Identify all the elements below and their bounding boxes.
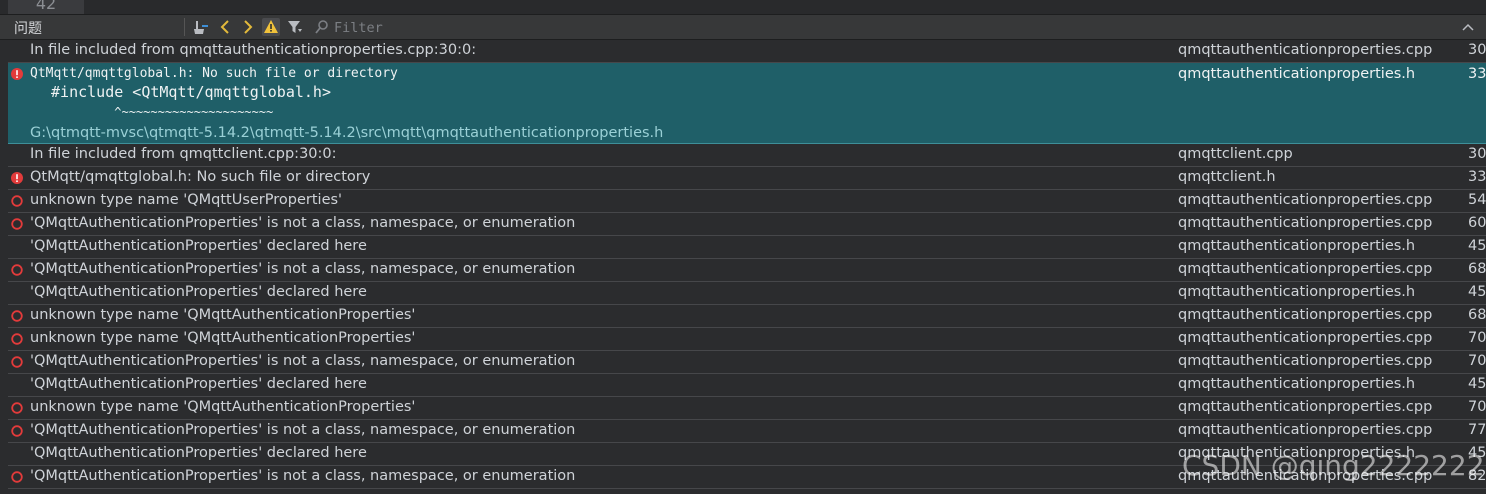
warning-filter-icon[interactable]	[262, 18, 280, 36]
issue-line: 45	[1468, 376, 1486, 392]
error-outline-icon	[11, 264, 23, 276]
issue-file[interactable]: qmqttauthenticationproperties.cpp	[1178, 468, 1432, 484]
error-outline-icon	[11, 333, 23, 345]
issue-file[interactable]: qmqttauthenticationproperties.h	[1178, 445, 1415, 461]
issue-file[interactable]: qmqttauthenticationproperties.cpp	[1178, 307, 1432, 323]
issue-message: unknown type name 'QMqttAuthenticationPr…	[30, 399, 416, 415]
next-icon[interactable]	[239, 18, 257, 36]
issues-list: In file included from qmqttauthenticatio…	[8, 40, 1486, 489]
issue-message: 'QMqttAuthenticationProperties' is not a…	[30, 422, 576, 438]
filter-icon[interactable]	[286, 18, 304, 36]
issue-file[interactable]: qmqttauthenticationproperties.h	[1178, 66, 1415, 82]
issue-message: unknown type name 'QMqttAuthenticationPr…	[30, 330, 416, 346]
issue-message: 'QMqttAuthenticationProperties' is not a…	[30, 468, 576, 484]
issue-message: 'QMqttAuthenticationProperties' is not a…	[30, 261, 576, 277]
issue-file[interactable]: qmqttauthenticationproperties.h	[1178, 284, 1415, 300]
issue-message: 'QMqttAuthenticationProperties' declared…	[30, 376, 367, 392]
issue-line: 82	[1468, 468, 1486, 484]
issue-line: 30	[1468, 146, 1486, 162]
issue-message: QtMqtt/qmqttglobal.h: No such file or di…	[30, 66, 398, 81]
issue-row[interactable]: 'QMqttAuthenticationProperties' declared…	[8, 282, 1486, 305]
error-icon	[11, 172, 23, 184]
issue-row[interactable]: unknown type name 'QMqttUserProperties' q…	[8, 190, 1486, 213]
issue-file[interactable]: qmqttauthenticationproperties.cpp	[1178, 192, 1432, 208]
issue-row[interactable]: 'QMqttAuthenticationProperties' is not a…	[8, 351, 1486, 374]
issue-line: 45	[1468, 238, 1486, 254]
issues-toolbar: 问题	[0, 14, 1486, 40]
error-outline-icon	[11, 402, 23, 414]
issue-row[interactable]: In file included from qmqttclient.cpp:30…	[8, 144, 1486, 167]
issue-message: 'QMqttAuthenticationProperties' is not a…	[30, 215, 576, 231]
issue-line: 54	[1468, 192, 1486, 208]
issue-line: 70	[1468, 353, 1486, 369]
issue-row[interactable]: QtMqtt/qmqttglobal.h: No such file or di…	[8, 63, 1486, 144]
issue-line: 30	[1468, 42, 1486, 58]
issue-message: unknown type name 'QMqttAuthenticationPr…	[30, 307, 416, 323]
issue-file[interactable]: qmqttauthenticationproperties.cpp	[1178, 261, 1432, 277]
panel-title: 问题	[14, 21, 42, 37]
issue-row[interactable]: unknown type name 'QMqttAuthenticationPr…	[8, 328, 1486, 351]
issue-file[interactable]: qmqttauthenticationproperties.cpp	[1178, 42, 1432, 58]
issue-row[interactable]: unknown type name 'QMqttAuthenticationPr…	[8, 305, 1486, 328]
issue-line: 60	[1468, 215, 1486, 231]
issue-message: 'QMqttAuthenticationProperties' declared…	[30, 238, 367, 254]
error-outline-icon	[11, 471, 23, 483]
issue-file[interactable]: qmqttclient.h	[1178, 169, 1276, 185]
prev-icon[interactable]	[216, 18, 234, 36]
issue-line: 70	[1468, 330, 1486, 346]
error-icon	[11, 68, 23, 80]
left-gutter	[0, 40, 8, 494]
issue-message: 'QMqttAuthenticationProperties' declared…	[30, 284, 367, 300]
issue-file[interactable]: qmqttauthenticationproperties.h	[1178, 238, 1415, 254]
issue-row[interactable]: 'QMqttAuthenticationProperties' declared…	[8, 443, 1486, 466]
error-outline-icon	[11, 425, 23, 437]
issue-file[interactable]: qmqttauthenticationproperties.h	[1178, 376, 1415, 392]
issue-file[interactable]: qmqttauthenticationproperties.cpp	[1178, 215, 1432, 231]
issue-message: In file included from qmqttclient.cpp:30…	[30, 146, 337, 162]
toolbar-divider	[184, 18, 185, 36]
issue-row[interactable]: 'QMqttAuthenticationProperties' is not a…	[8, 259, 1486, 282]
issue-line: 45	[1468, 445, 1486, 461]
issue-row[interactable]: QtMqtt/qmqttglobal.h: No such file or di…	[8, 167, 1486, 190]
issue-row[interactable]: In file included from qmqttauthenticatio…	[8, 40, 1486, 63]
issue-line: 68	[1468, 261, 1486, 277]
issue-code-line: #include <QtMqtt/qmqttglobal.h>	[42, 83, 331, 101]
issue-path[interactable]: G:\qtmqtt-mvsc\qtmqtt-5.14.2\qtmqtt-5.14…	[30, 125, 663, 141]
error-outline-icon	[11, 310, 23, 322]
issue-message: unknown type name 'QMqttUserProperties'	[30, 192, 343, 208]
clean-icon[interactable]	[192, 18, 210, 36]
issue-message: In file included from qmqttauthenticatio…	[30, 42, 477, 58]
issue-file[interactable]: qmqttauthenticationproperties.cpp	[1178, 330, 1432, 346]
collapse-icon[interactable]	[1460, 17, 1476, 37]
line-number: 42	[8, 0, 84, 14]
issue-message: 'QMqttAuthenticationProperties' is not a…	[30, 353, 576, 369]
issue-line: 77	[1468, 422, 1486, 438]
issue-line: 68	[1468, 307, 1486, 323]
issue-line: 33	[1468, 169, 1486, 185]
issue-message: 'QMqttAuthenticationProperties' declared…	[30, 445, 367, 461]
issue-line: 45	[1468, 284, 1486, 300]
error-outline-icon	[11, 195, 23, 207]
issue-file[interactable]: qmqttauthenticationproperties.cpp	[1178, 399, 1432, 415]
issue-row[interactable]: 'QMqttAuthenticationProperties' is not a…	[8, 420, 1486, 443]
issue-row[interactable]: 'QMqttAuthenticationProperties' declared…	[8, 374, 1486, 397]
editor-strip: 42	[0, 0, 1486, 14]
issue-file[interactable]: qmqttauthenticationproperties.cpp	[1178, 353, 1432, 369]
issue-row[interactable]: 'QMqttAuthenticationProperties' is not a…	[8, 213, 1486, 236]
issue-caret-line: ^~~~~~~~~~~~~~~~~~~~~~	[42, 105, 274, 119]
error-outline-icon	[11, 218, 23, 230]
issue-file[interactable]: qmqttauthenticationproperties.cpp	[1178, 422, 1432, 438]
issue-line: 33	[1468, 66, 1486, 82]
issue-line: 70	[1468, 399, 1486, 415]
issue-message: QtMqtt/qmqttglobal.h: No such file or di…	[30, 169, 371, 185]
issue-row[interactable]: 'QMqttAuthenticationProperties' is not a…	[8, 466, 1486, 489]
issue-row[interactable]: unknown type name 'QMqttAuthenticationPr…	[8, 397, 1486, 420]
issue-row[interactable]: 'QMqttAuthenticationProperties' declared…	[8, 236, 1486, 259]
error-outline-icon	[11, 356, 23, 368]
issue-file[interactable]: qmqttclient.cpp	[1178, 146, 1293, 162]
filter-input[interactable]	[312, 17, 636, 39]
